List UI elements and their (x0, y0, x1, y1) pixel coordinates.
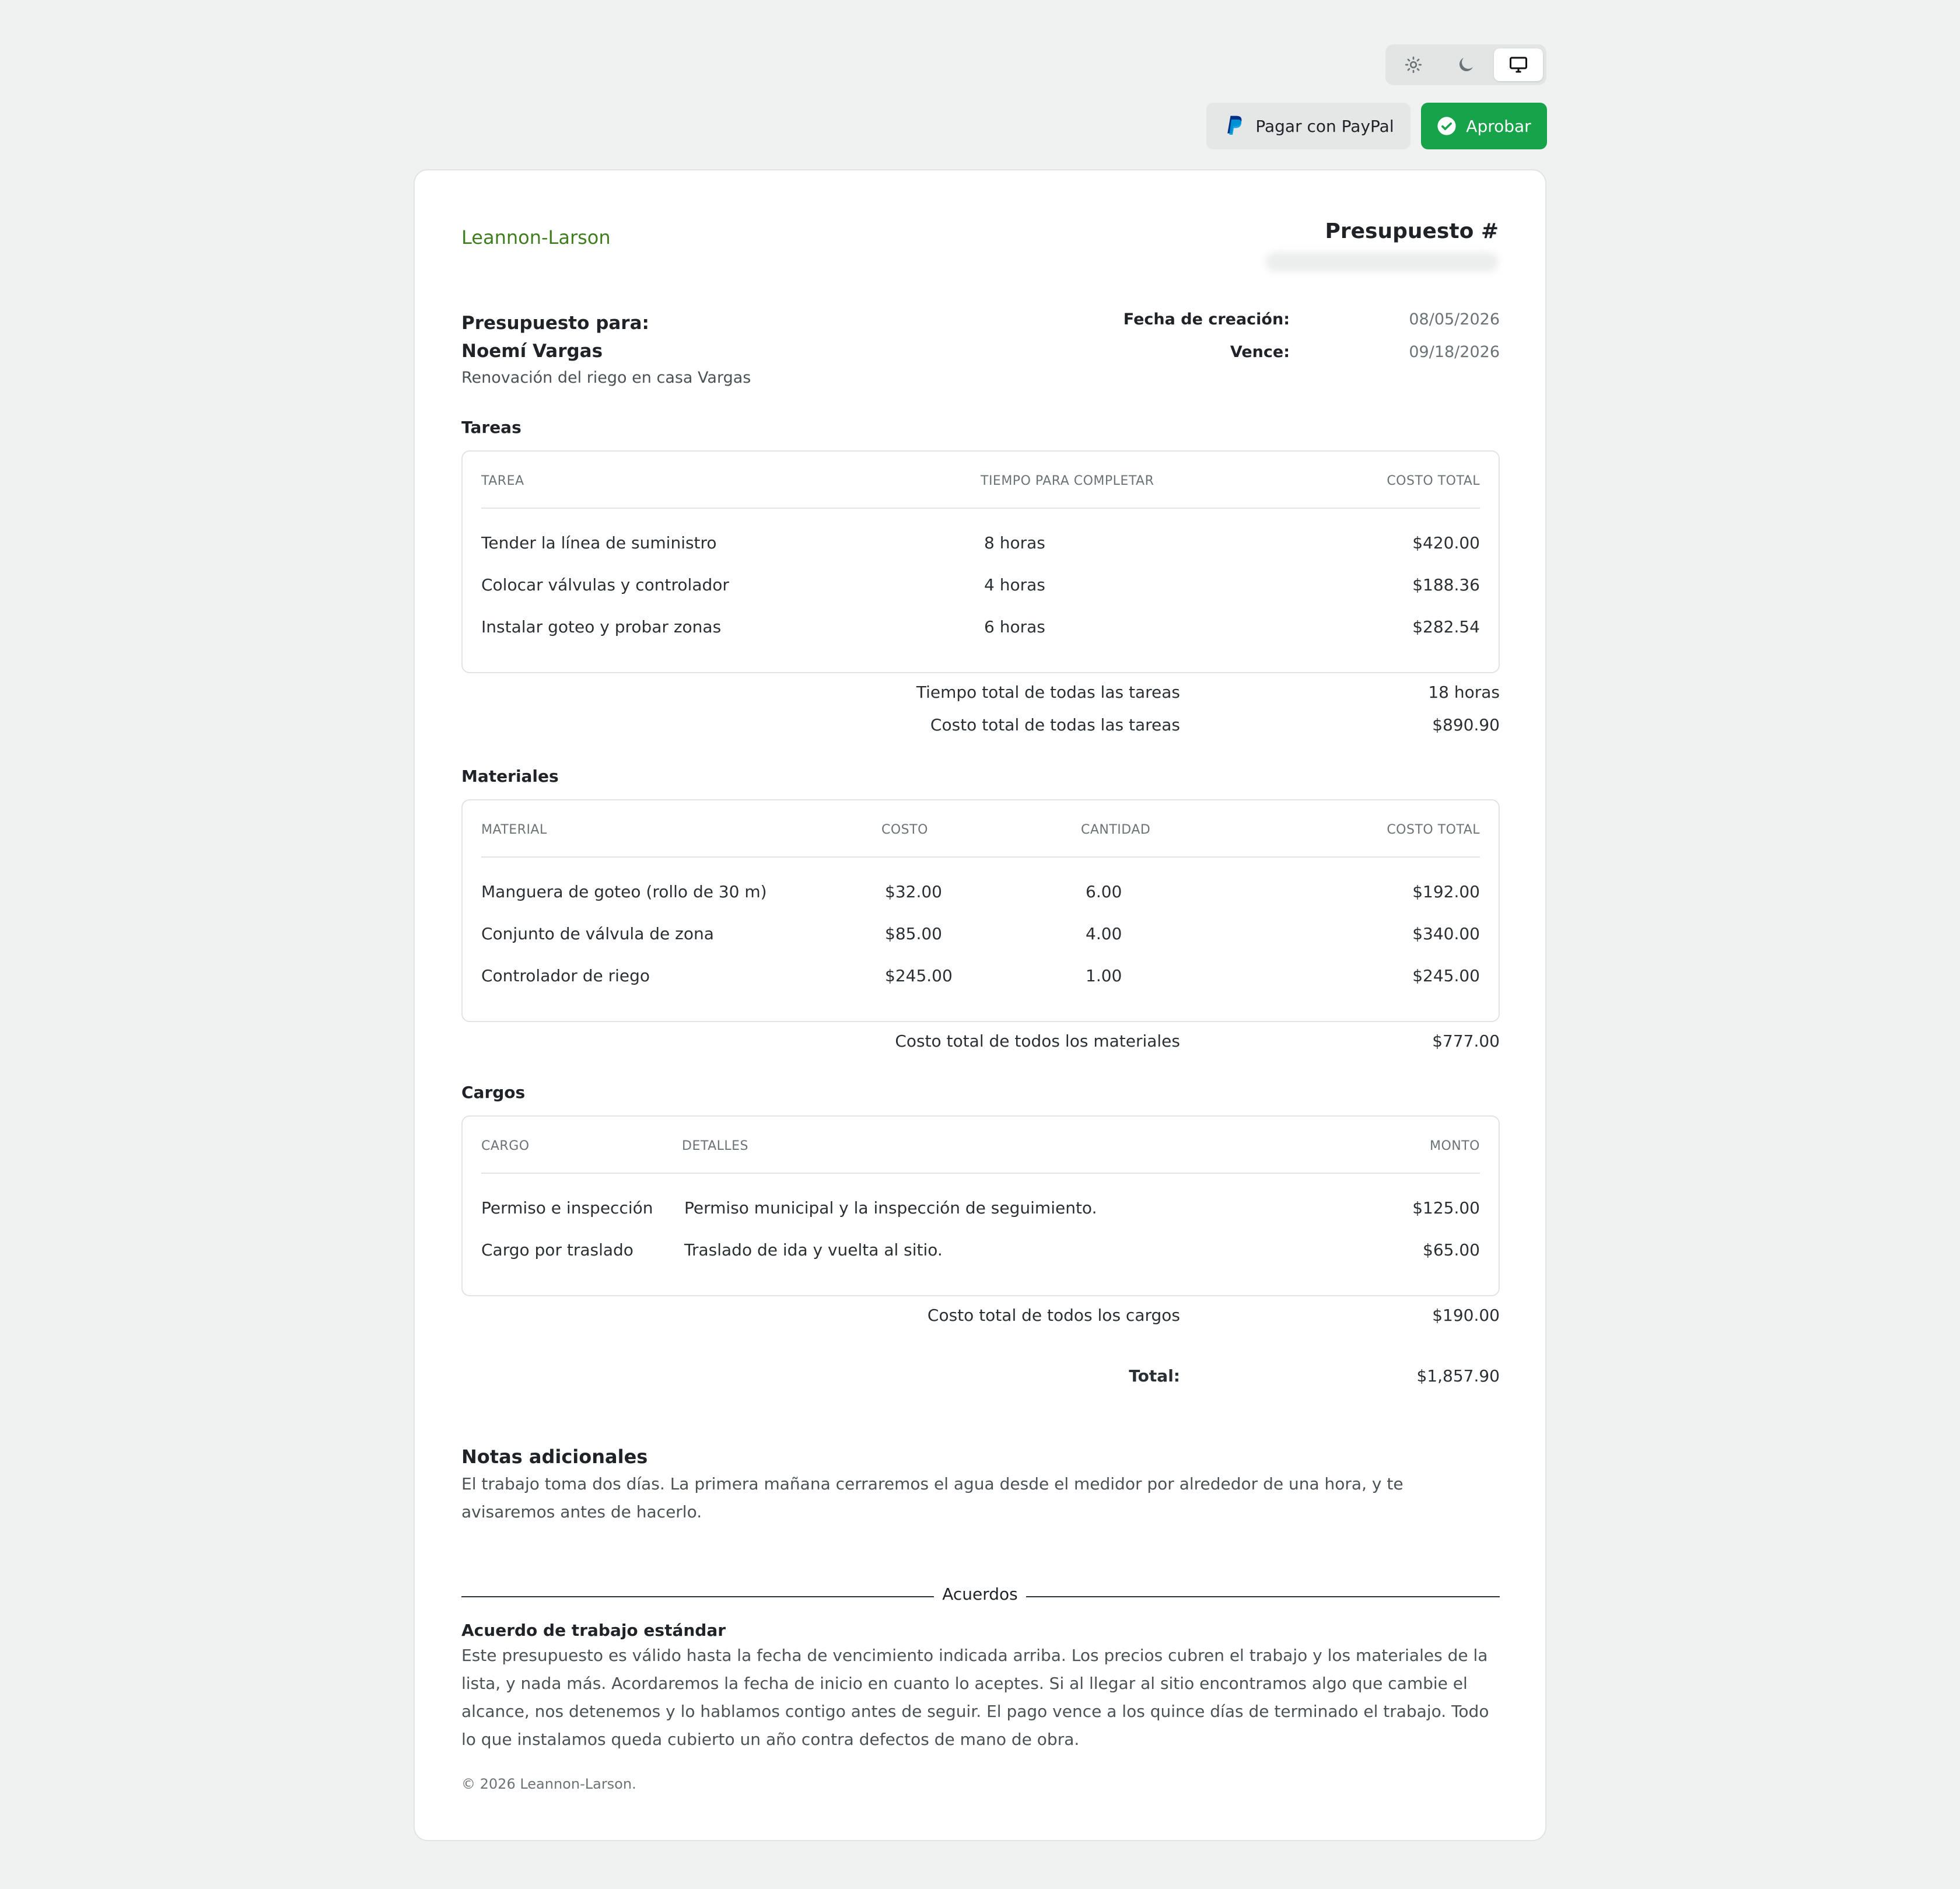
charges-total-value: $190.00 (1432, 1306, 1500, 1325)
material-name: Controlador de riego (481, 966, 650, 985)
theme-toggle (1385, 44, 1546, 85)
company-name: Leannon-Larson (461, 226, 611, 249)
agreements-heading-label: Acuerdos (934, 1584, 1026, 1604)
quote-for-label: Presupuesto para: (461, 313, 649, 334)
check-circle-icon (1437, 117, 1456, 135)
materials-title: Materiales (461, 767, 559, 786)
tasks-table: TAREA TIEMPO PARA COMPLETAR COSTO TOTAL … (461, 450, 1500, 673)
task-name: Instalar goteo y probar zonas (481, 617, 722, 636)
task-cost: $282.54 (1412, 617, 1480, 636)
column-header: MONTO (1429, 1139, 1480, 1153)
material-qty: 1.00 (1086, 966, 1122, 985)
footer-copyright: © 2026 Leannon-Larson. (461, 1776, 636, 1792)
tasks-total-time-value: 18 horas (1428, 683, 1500, 702)
column-header: DETALLES (682, 1139, 748, 1153)
charges-total-label: Costo total de todos los cargos (927, 1306, 1180, 1325)
sun-icon (1405, 56, 1422, 74)
task-cost: $188.36 (1412, 575, 1480, 594)
task-time: 6 horas (984, 617, 1045, 636)
materials-table: MATERIAL COSTO CANTIDAD COSTO TOTAL Mang… (461, 799, 1500, 1022)
charges-table: CARGO DETALLES MONTO Permiso e inspecció… (461, 1115, 1500, 1296)
column-header: TIEMPO PARA COMPLETAR (981, 474, 1154, 488)
column-header: COSTO TOTAL (1387, 823, 1480, 837)
light-theme-button[interactable] (1389, 48, 1438, 81)
quote-card: Leannon-Larson Presupuesto # Presupuesto… (414, 169, 1546, 1841)
column-header: CANTIDAD (1081, 823, 1151, 837)
material-qty: 6.00 (1086, 882, 1122, 901)
approve-label: Aprobar (1466, 116, 1531, 136)
material-cost: $32.00 (885, 882, 942, 901)
charge-name: Permiso e inspección (481, 1198, 653, 1218)
tasks-title: Tareas (461, 418, 522, 437)
monitor-icon (1510, 57, 1527, 73)
material-total: $192.00 (1412, 882, 1480, 901)
column-header: COSTO TOTAL (1387, 474, 1480, 488)
tasks-total-time-label: Tiempo total de todas las tareas (916, 683, 1180, 702)
column-header: TAREA (481, 474, 524, 488)
charges-title: Cargos (461, 1083, 526, 1102)
materials-total-label: Costo total de todos los materiales (895, 1031, 1180, 1051)
task-name: Tender la línea de suministro (481, 533, 717, 552)
material-cost: $245.00 (885, 966, 953, 985)
dark-theme-button[interactable] (1441, 48, 1490, 81)
charge-details: Permiso municipal y la inspección de seg… (684, 1198, 1097, 1218)
material-total: $340.00 (1412, 924, 1480, 943)
agreement-title: Acuerdo de trabajo estándar (461, 1621, 726, 1640)
system-theme-button[interactable] (1494, 48, 1543, 81)
materials-total-value: $777.00 (1432, 1031, 1500, 1051)
tasks-total-cost-value: $890.90 (1432, 715, 1500, 734)
created-date-value: 08/05/2026 (1409, 310, 1500, 328)
notes-text: El trabajo toma dos días. La primera mañ… (461, 1474, 1404, 1521)
charge-name: Cargo por traslado (481, 1240, 634, 1260)
material-total: $245.00 (1412, 966, 1480, 985)
task-name: Colocar válvulas y controlador (481, 575, 729, 594)
paypal-icon (1227, 116, 1242, 135)
charge-details: Traslado de ida y vuelta al sitio. (684, 1240, 943, 1260)
material-name: Conjunto de válvula de zona (481, 924, 714, 943)
task-time: 4 horas (984, 575, 1045, 594)
material-name: Manguera de goteo (rollo de 30 m) (481, 882, 767, 901)
paypal-button[interactable]: Pagar con PayPal (1206, 103, 1410, 149)
divider (481, 508, 1480, 509)
divider (481, 856, 1480, 858)
grand-total-label: Total: (1129, 1366, 1180, 1386)
client-name: Noemí Vargas (461, 341, 603, 362)
column-header: MATERIAL (481, 823, 547, 837)
tasks-total-cost-label: Costo total de todas las tareas (930, 715, 1180, 734)
due-date-value: 09/18/2026 (1409, 343, 1500, 361)
notes-title: Notas adicionales (461, 1446, 648, 1468)
approve-button[interactable]: Aprobar (1421, 103, 1547, 149)
charge-amount: $125.00 (1412, 1198, 1480, 1218)
material-cost: $85.00 (885, 924, 942, 943)
moon-icon (1459, 58, 1473, 72)
column-header: CARGO (481, 1139, 530, 1153)
column-header: COSTO (881, 823, 928, 837)
task-time: 8 horas (984, 533, 1045, 552)
agreement-text: Este presupuesto es válido hasta la fech… (461, 1646, 1489, 1749)
created-date-label: Fecha de creación: (1123, 310, 1290, 328)
project-name: Renovación del riego en casa Vargas (461, 369, 751, 387)
grand-total-value: $1,857.90 (1416, 1366, 1500, 1386)
divider (481, 1173, 1480, 1174)
due-date-label: Vence: (1230, 343, 1290, 361)
charge-amount: $65.00 (1423, 1240, 1480, 1260)
paypal-label: Pagar con PayPal (1255, 116, 1394, 136)
task-cost: $420.00 (1412, 533, 1480, 552)
material-qty: 4.00 (1086, 924, 1122, 943)
quote-number-label: Presupuesto # (1325, 219, 1499, 243)
quote-number-redacted (1265, 252, 1499, 272)
agreements-heading: Acuerdos (415, 1584, 1545, 1604)
